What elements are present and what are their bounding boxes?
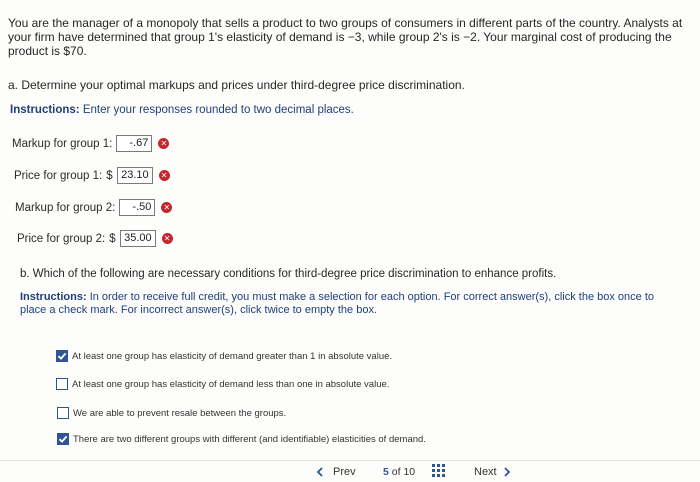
chevron-left-icon bbox=[316, 467, 323, 477]
instructions-a-text: Enter your responses rounded to two deci… bbox=[82, 104, 354, 116]
price-group-2-row: Price for group 2: $ 35.00 ✕ bbox=[17, 230, 173, 247]
chevron-right-icon bbox=[503, 467, 510, 477]
question-intro: You are the manager of a monopoly that s… bbox=[8, 16, 683, 58]
markup-group-2-input[interactable]: -.50 bbox=[119, 199, 156, 216]
incorrect-icon: ✕ bbox=[158, 170, 170, 181]
prev-label: Prev bbox=[333, 466, 356, 478]
markup-group-1-input[interactable]: -.67 bbox=[116, 135, 153, 152]
page-total: 10 bbox=[403, 466, 416, 478]
price-group-1-row: Price for group 1: $ 23.10 ✕ bbox=[14, 167, 170, 184]
markup-group-1-row: Markup for group 1: -.67 ✕ bbox=[12, 135, 170, 152]
price-group-2-prefix: $ bbox=[109, 232, 116, 245]
markup-group-2-row: Markup for group 2: -.50 ✕ bbox=[15, 199, 173, 216]
option-1[interactable]: At least one group has elasticity of dem… bbox=[56, 350, 392, 362]
option-1-label: At least one group has elasticity of dem… bbox=[72, 350, 393, 362]
page-current: 5 bbox=[383, 466, 389, 478]
option-3-label: We are able to prevent resale between th… bbox=[73, 407, 287, 419]
price-group-2-input[interactable]: 35.00 bbox=[119, 230, 156, 247]
part-a-prompt: a. Determine your optimal markups and pr… bbox=[8, 78, 465, 92]
price-group-1-input[interactable]: 23.10 bbox=[116, 167, 153, 184]
next-label: Next bbox=[474, 466, 497, 478]
price-group-1-label: Price for group 1: bbox=[14, 169, 103, 182]
option-3[interactable]: We are able to prevent resale between th… bbox=[57, 407, 286, 419]
prev-button[interactable]: Prev bbox=[316, 466, 356, 478]
option-2[interactable]: At least one group has elasticity of dem… bbox=[56, 378, 389, 390]
pager-divider bbox=[0, 460, 700, 461]
instructions-b-label: Instructions: bbox=[20, 291, 87, 303]
checkmark-icon bbox=[57, 352, 67, 360]
grid-icon bbox=[432, 464, 445, 477]
option-4-label: There are two different groups with diff… bbox=[73, 433, 426, 445]
option-1-checkbox[interactable] bbox=[56, 350, 68, 362]
pager-bar: Prev 5 of 10 Next bbox=[0, 462, 700, 482]
price-group-1-prefix: $ bbox=[106, 169, 113, 182]
option-3-checkbox[interactable] bbox=[57, 407, 69, 419]
markup-group-1-label: Markup for group 1: bbox=[12, 137, 113, 150]
incorrect-icon: ✕ bbox=[158, 138, 170, 149]
markup-group-2-label: Markup for group 2: bbox=[15, 201, 116, 214]
option-2-label: At least one group has elasticity of dem… bbox=[72, 378, 390, 390]
instructions-a: Instructions: Enter your responses round… bbox=[10, 104, 354, 116]
page-of: of bbox=[391, 466, 401, 478]
option-4[interactable]: There are two different groups with diff… bbox=[57, 433, 426, 445]
checkmark-icon bbox=[58, 435, 68, 443]
next-button[interactable]: Next bbox=[474, 466, 511, 478]
incorrect-icon: ✕ bbox=[161, 233, 173, 244]
option-4-checkbox[interactable] bbox=[57, 433, 69, 445]
page-indicator: 5 of 10 bbox=[383, 466, 415, 478]
instructions-b: Instructions: In order to receive full c… bbox=[20, 291, 660, 317]
option-2-checkbox[interactable] bbox=[56, 378, 68, 390]
part-b-prompt: b. Which of the following are necessary … bbox=[20, 268, 557, 280]
instructions-b-text: In order to receive full credit, you mus… bbox=[20, 291, 654, 316]
instructions-a-label: Instructions: bbox=[10, 104, 80, 116]
price-group-2-label: Price for group 2: bbox=[17, 232, 106, 245]
incorrect-icon: ✕ bbox=[161, 202, 173, 213]
grid-menu-button[interactable] bbox=[432, 464, 446, 481]
